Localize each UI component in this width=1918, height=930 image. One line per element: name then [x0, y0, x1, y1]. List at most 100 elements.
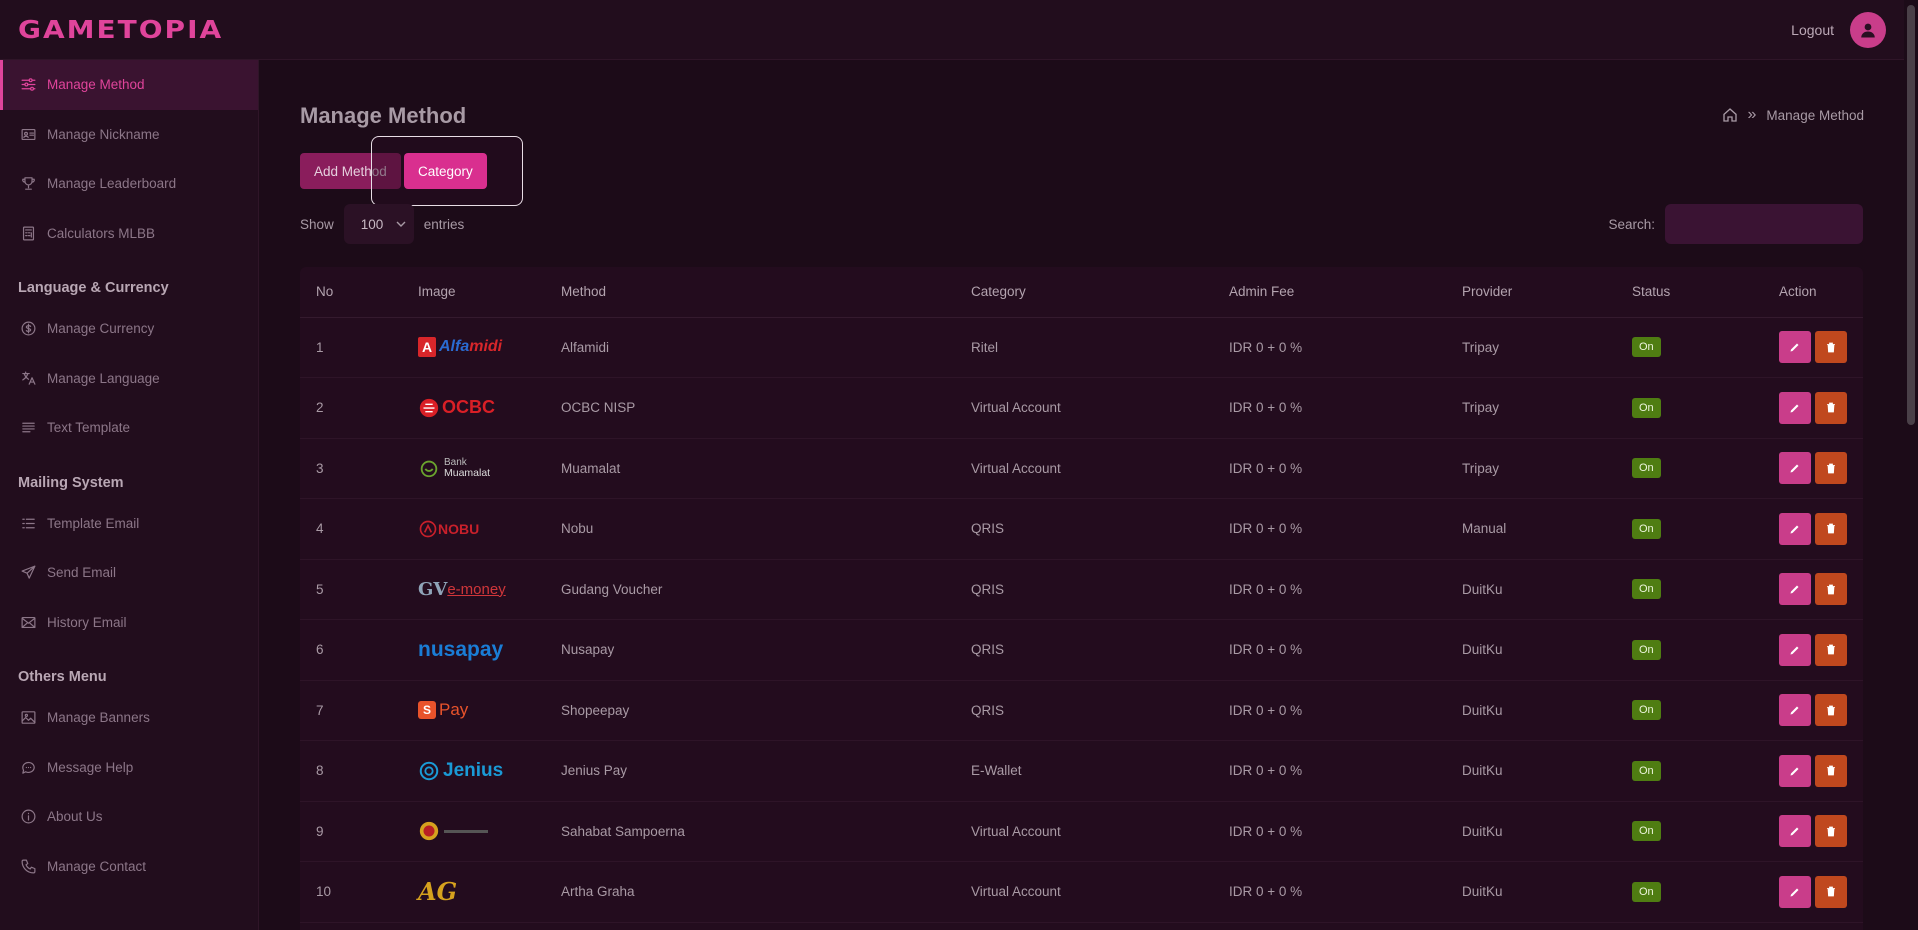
alfamidi-logo-text2: midi: [469, 338, 503, 356]
delete-button[interactable]: [1815, 633, 1847, 666]
sidebar-item-manage-method[interactable]: Manage Method: [0, 60, 258, 110]
jenius-logo-text: Jenius: [443, 759, 504, 781]
id-card-icon: [19, 125, 37, 143]
sidebar-item-history-email[interactable]: History Email: [0, 598, 258, 648]
status-badge[interactable]: On: [1632, 518, 1661, 539]
status-badge[interactable]: On: [1632, 760, 1661, 781]
edit-button[interactable]: [1779, 754, 1811, 787]
column-header-category[interactable]: Category: [955, 267, 1213, 318]
cell-no: 8: [300, 740, 402, 802]
delete-button[interactable]: [1815, 391, 1847, 424]
edit-button[interactable]: [1779, 452, 1811, 485]
status-badge[interactable]: On: [1632, 639, 1661, 660]
avatar[interactable]: [1850, 11, 1886, 48]
cell-admin-fee: IDR 0 + 0 %: [1213, 619, 1446, 681]
sidebar-item-manage-currency[interactable]: Manage Currency: [0, 304, 258, 354]
cell-provider: Tripay: [1446, 438, 1616, 499]
column-header-status[interactable]: Status: [1616, 267, 1763, 318]
cell-image: nusapay: [402, 619, 545, 681]
status-badge[interactable]: On: [1632, 881, 1661, 902]
cell-image: NOBU: [402, 498, 545, 560]
delete-button[interactable]: [1815, 452, 1847, 485]
table-row: 3 Bank Muamalat Muamalat Virtual Account IDR …: [300, 438, 1863, 499]
status-badge[interactable]: On: [1632, 700, 1661, 721]
method-logo: Jenius: [418, 756, 529, 786]
column-header-admin-fee[interactable]: Admin Fee: [1213, 267, 1446, 318]
delete-button[interactable]: [1815, 815, 1847, 848]
column-header-action[interactable]: Action: [1763, 267, 1863, 318]
sidebar-item-calculators-mlbb[interactable]: Calculators MLBB: [0, 209, 258, 259]
edit-button[interactable]: [1779, 573, 1811, 606]
method-logo: nusapay: [418, 635, 529, 665]
jenius-emblem-icon: [419, 761, 439, 781]
sidebar-item-manage-language[interactable]: Manage Language: [0, 354, 258, 404]
search-input[interactable]: [1665, 204, 1863, 244]
cell-provider: Tripay: [1446, 317, 1616, 378]
add-method-button[interactable]: Add Method: [300, 153, 401, 189]
status-badge[interactable]: On: [1632, 458, 1661, 479]
sidebar-item-manage-contact[interactable]: Manage Contact: [0, 842, 258, 892]
sidebar-item-text-template[interactable]: Text Template: [0, 403, 258, 453]
method-logo: AG: [418, 877, 529, 907]
page-scrollbar[interactable]: [1904, 0, 1918, 930]
method-logo: OCBC: [418, 393, 529, 423]
edit-button[interactable]: [1779, 815, 1811, 848]
trash-icon: [1827, 705, 1835, 716]
column-header-no[interactable]: No: [300, 267, 402, 318]
category-button[interactable]: Category: [404, 153, 487, 189]
trash-icon: [1827, 342, 1835, 353]
delete-button[interactable]: [1815, 331, 1847, 364]
method-logo: A Alfa midi: [418, 332, 529, 362]
sidebar-item-message-help[interactable]: Message Help: [0, 743, 258, 793]
delete-button[interactable]: [1815, 875, 1847, 908]
cell-action: [1763, 861, 1863, 923]
cell-no: 9: [300, 801, 402, 862]
cell-action: [1763, 619, 1863, 681]
status-badge[interactable]: On: [1632, 821, 1661, 842]
sidebar-item-manage-banners[interactable]: Manage Banners: [0, 693, 258, 743]
status-badge[interactable]: On: [1632, 337, 1661, 358]
ocbc-logo-text: OCBC: [442, 397, 495, 418]
sidebar-item-template-email[interactable]: Template Email: [0, 499, 258, 549]
sidebar-item-manage-nickname[interactable]: Manage Nickname: [0, 110, 258, 160]
sidebar-item-send-email[interactable]: Send Email: [0, 548, 258, 598]
edit-button[interactable]: [1779, 694, 1811, 727]
cell-no: 6: [300, 619, 402, 681]
chat-icon: [19, 758, 37, 776]
scroll-thumb[interactable]: [1907, 5, 1915, 425]
cell-method: Shopeepay: [545, 680, 955, 741]
sidebar-item-manage-leaderboard[interactable]: Manage Leaderboard: [0, 159, 258, 209]
cell-category: QRIS: [955, 619, 1213, 681]
cell-category: Ritel: [955, 317, 1213, 378]
cell-action: [1763, 377, 1863, 439]
delete-button[interactable]: [1815, 573, 1847, 606]
trash-icon: [1827, 826, 1835, 837]
cell-no: 5: [300, 559, 402, 620]
entries-select[interactable]: 100: [343, 204, 414, 244]
edit-button[interactable]: [1779, 391, 1811, 424]
edit-button[interactable]: [1779, 331, 1811, 364]
sliders-icon: [19, 76, 37, 94]
edit-button[interactable]: [1779, 875, 1811, 908]
delete-button[interactable]: [1815, 694, 1847, 727]
sidebar-item-label: Manage Nickname: [47, 126, 160, 142]
pencil-icon: [1790, 827, 1799, 836]
app-logo[interactable]: GAMETOPIA: [18, 15, 223, 45]
edit-button[interactable]: [1779, 512, 1811, 545]
column-header-image[interactable]: Image: [402, 267, 545, 318]
status-badge[interactable]: On: [1632, 397, 1661, 418]
sidebar-item-about-us[interactable]: About Us: [0, 792, 258, 842]
delete-button[interactable]: [1815, 754, 1847, 787]
home-icon[interactable]: [1722, 107, 1738, 123]
cell-image: Jenius: [402, 740, 545, 802]
pencil-icon: [1790, 464, 1799, 473]
logout-link[interactable]: Logout: [1791, 22, 1834, 38]
cell-category: QRIS: [955, 498, 1213, 560]
table-row: 10 AG Artha Graha Virtual Account IDR 0 + 0 …: [300, 861, 1863, 923]
cell-admin-fee: IDR 0 + 0 %: [1213, 559, 1446, 620]
column-header-provider[interactable]: Provider: [1446, 267, 1616, 318]
status-badge[interactable]: On: [1632, 579, 1661, 600]
delete-button[interactable]: [1815, 512, 1847, 545]
edit-button[interactable]: [1779, 633, 1811, 666]
column-header-method[interactable]: Method: [545, 267, 955, 318]
